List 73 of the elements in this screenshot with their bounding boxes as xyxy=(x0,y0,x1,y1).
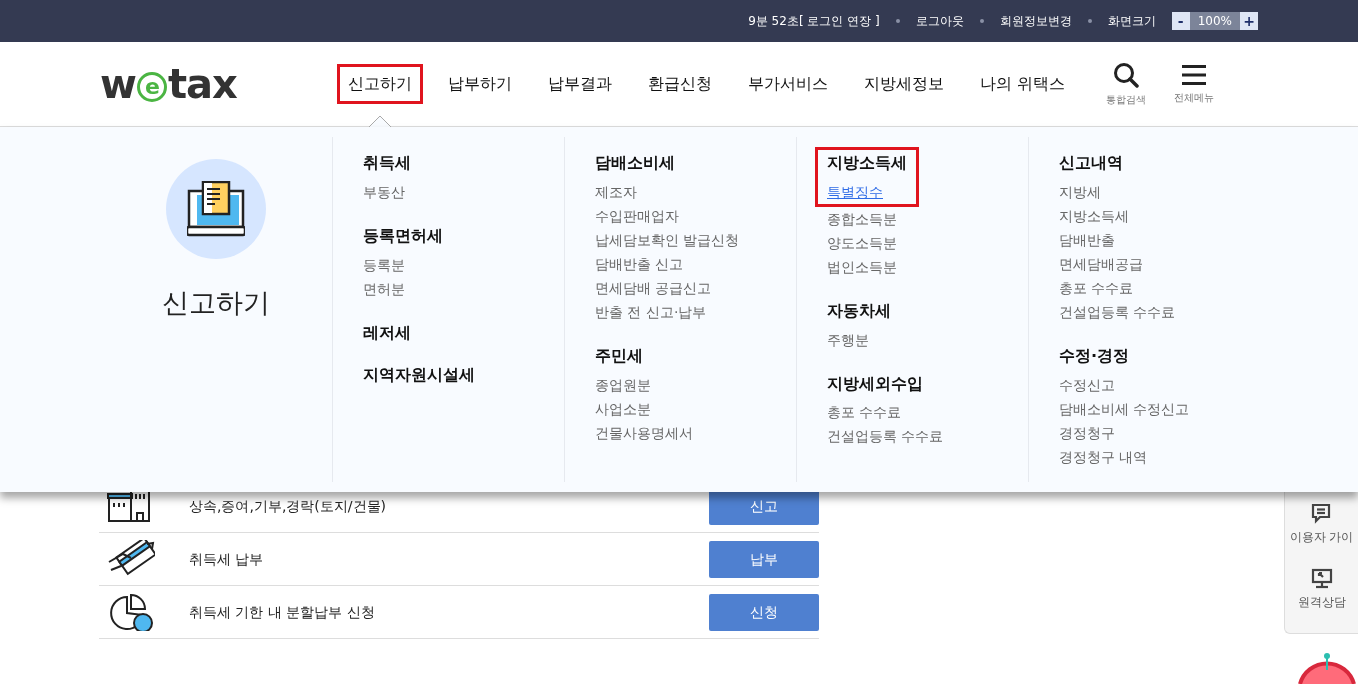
menu-link[interactable]: 종합소득분 xyxy=(827,206,897,231)
menu-heading: 수정·경정 xyxy=(1059,345,1131,367)
menu-button[interactable]: 전체메뉴 xyxy=(1173,89,1214,105)
menu-heading: 주민세 xyxy=(595,345,644,367)
menu-link[interactable]: 부동산 xyxy=(363,179,405,204)
menu-link[interactable]: 면허분 xyxy=(363,276,405,301)
menu-link[interactable]: 사업소분 xyxy=(595,396,651,421)
menu-heading: 자동차세 xyxy=(827,300,892,322)
top-link[interactable]: 화면크기 xyxy=(1107,12,1156,30)
service-name: 상속,증여,기부,경락(토지/건물) xyxy=(189,496,387,516)
menu-link[interactable]: 담배반출 xyxy=(1059,227,1115,252)
menu-heading: 담배소비세 xyxy=(595,153,676,174)
menu-heading: 레저세 xyxy=(363,322,412,344)
menu-link[interactable]: 수입판매업자 xyxy=(595,203,679,228)
menu-link[interactable]: 등록분 xyxy=(363,252,405,277)
nav-tab[interactable]: 나의 위택스 xyxy=(968,64,1076,104)
menu-link[interactable]: 특별징수 xyxy=(827,179,883,204)
session-timer: 9분 52초 xyxy=(748,13,799,30)
menu-link[interactable]: 지방소득세 xyxy=(1059,203,1129,228)
top-link[interactable]: 회원정보변경 xyxy=(999,12,1072,30)
logo[interactable]: w e tax xyxy=(100,64,237,104)
action-button[interactable]: 납부 xyxy=(709,540,819,578)
search-icon xyxy=(1112,61,1139,88)
menu-link[interactable]: 경정청구 xyxy=(1059,420,1115,445)
menu-heading: 취득세 xyxy=(363,153,412,174)
service-name: 취득세 납부 xyxy=(189,549,265,569)
nav-tab[interactable]: 신고하기 xyxy=(336,64,423,104)
menu-heading: 지방소득세 xyxy=(827,153,907,174)
menu-link[interactable]: 경정청구 내역 xyxy=(1059,444,1148,469)
menu-title: 신고하기 xyxy=(162,286,270,320)
nav-tab[interactable]: 부가서비스 xyxy=(736,64,839,104)
menu-link[interactable]: 건설업등록 수수료 xyxy=(1059,299,1176,324)
menu-link[interactable]: 제조자 xyxy=(595,179,637,204)
menu-link[interactable]: 납세담보확인 발급신청 xyxy=(595,227,740,252)
nav-tab[interactable]: 납부결과 xyxy=(536,64,623,104)
zoom-level: 100% xyxy=(1189,12,1240,30)
laptop-document-icon xyxy=(187,181,245,237)
menu-link[interactable]: 반출 전 신고·납부 xyxy=(595,299,707,324)
quick-menu-item[interactable]: 이용자 가이 xyxy=(1289,528,1354,546)
menu-link[interactable]: 주행분 xyxy=(827,327,869,352)
menu-link[interactable]: 총포 수수료 xyxy=(1059,275,1134,300)
menu-heading: 지역자원시설세 xyxy=(363,365,476,387)
menu-link[interactable]: 종업원분 xyxy=(595,372,651,397)
monitor-cursor-icon xyxy=(1310,568,1333,589)
zoom-in-button[interactable]: + xyxy=(1240,12,1258,30)
nav-tab[interactable]: 환급신청 xyxy=(636,64,723,104)
nav-tab[interactable]: 납부하기 xyxy=(436,64,523,104)
service-name: 취득세 기한 내 분할납부 신청 xyxy=(189,602,376,622)
menu-link[interactable]: 면세담배공급 xyxy=(1059,251,1143,276)
menu-link[interactable]: 수정신고 xyxy=(1059,372,1115,397)
menu-icon xyxy=(1181,63,1206,86)
zoom-out-button[interactable]: - xyxy=(1171,12,1190,30)
menu-link[interactable]: 법인소득분 xyxy=(827,254,897,279)
card-payment-icon xyxy=(107,540,155,578)
menu-link[interactable]: 양도소득분 xyxy=(827,230,897,255)
chat-icon xyxy=(1310,503,1333,524)
menu-link[interactable]: 담배소비세 수정신고 xyxy=(1059,396,1190,421)
search-button[interactable]: 통합검색 xyxy=(1105,91,1146,107)
extend-login-link[interactable]: [ 로그인 연장 ] xyxy=(798,12,880,30)
menu-heading: 지방세외수입 xyxy=(827,373,924,395)
menu-link[interactable]: 담배반출 신고 xyxy=(595,251,684,276)
top-link[interactable]: 로그아웃 xyxy=(915,12,964,30)
menu-link[interactable]: 건물사용명세서 xyxy=(595,420,693,445)
action-button[interactable]: 신청 xyxy=(709,593,819,631)
menu-link[interactable]: 총포 수수료 xyxy=(827,400,902,425)
menu-heading: 신고내역 xyxy=(1059,153,1124,174)
menu-heading: 등록면허세 xyxy=(363,225,444,247)
quick-menu-item[interactable]: 원격상담 xyxy=(1297,593,1346,611)
chatbot-icon xyxy=(1296,650,1358,684)
menu-link[interactable]: 건설업등록 수수료 xyxy=(827,424,944,449)
menu-link[interactable]: 지방세 xyxy=(1059,179,1101,204)
menu-link[interactable]: 면세담배 공급신고 xyxy=(595,275,712,300)
nav-tab[interactable]: 지방세정보 xyxy=(852,64,955,104)
